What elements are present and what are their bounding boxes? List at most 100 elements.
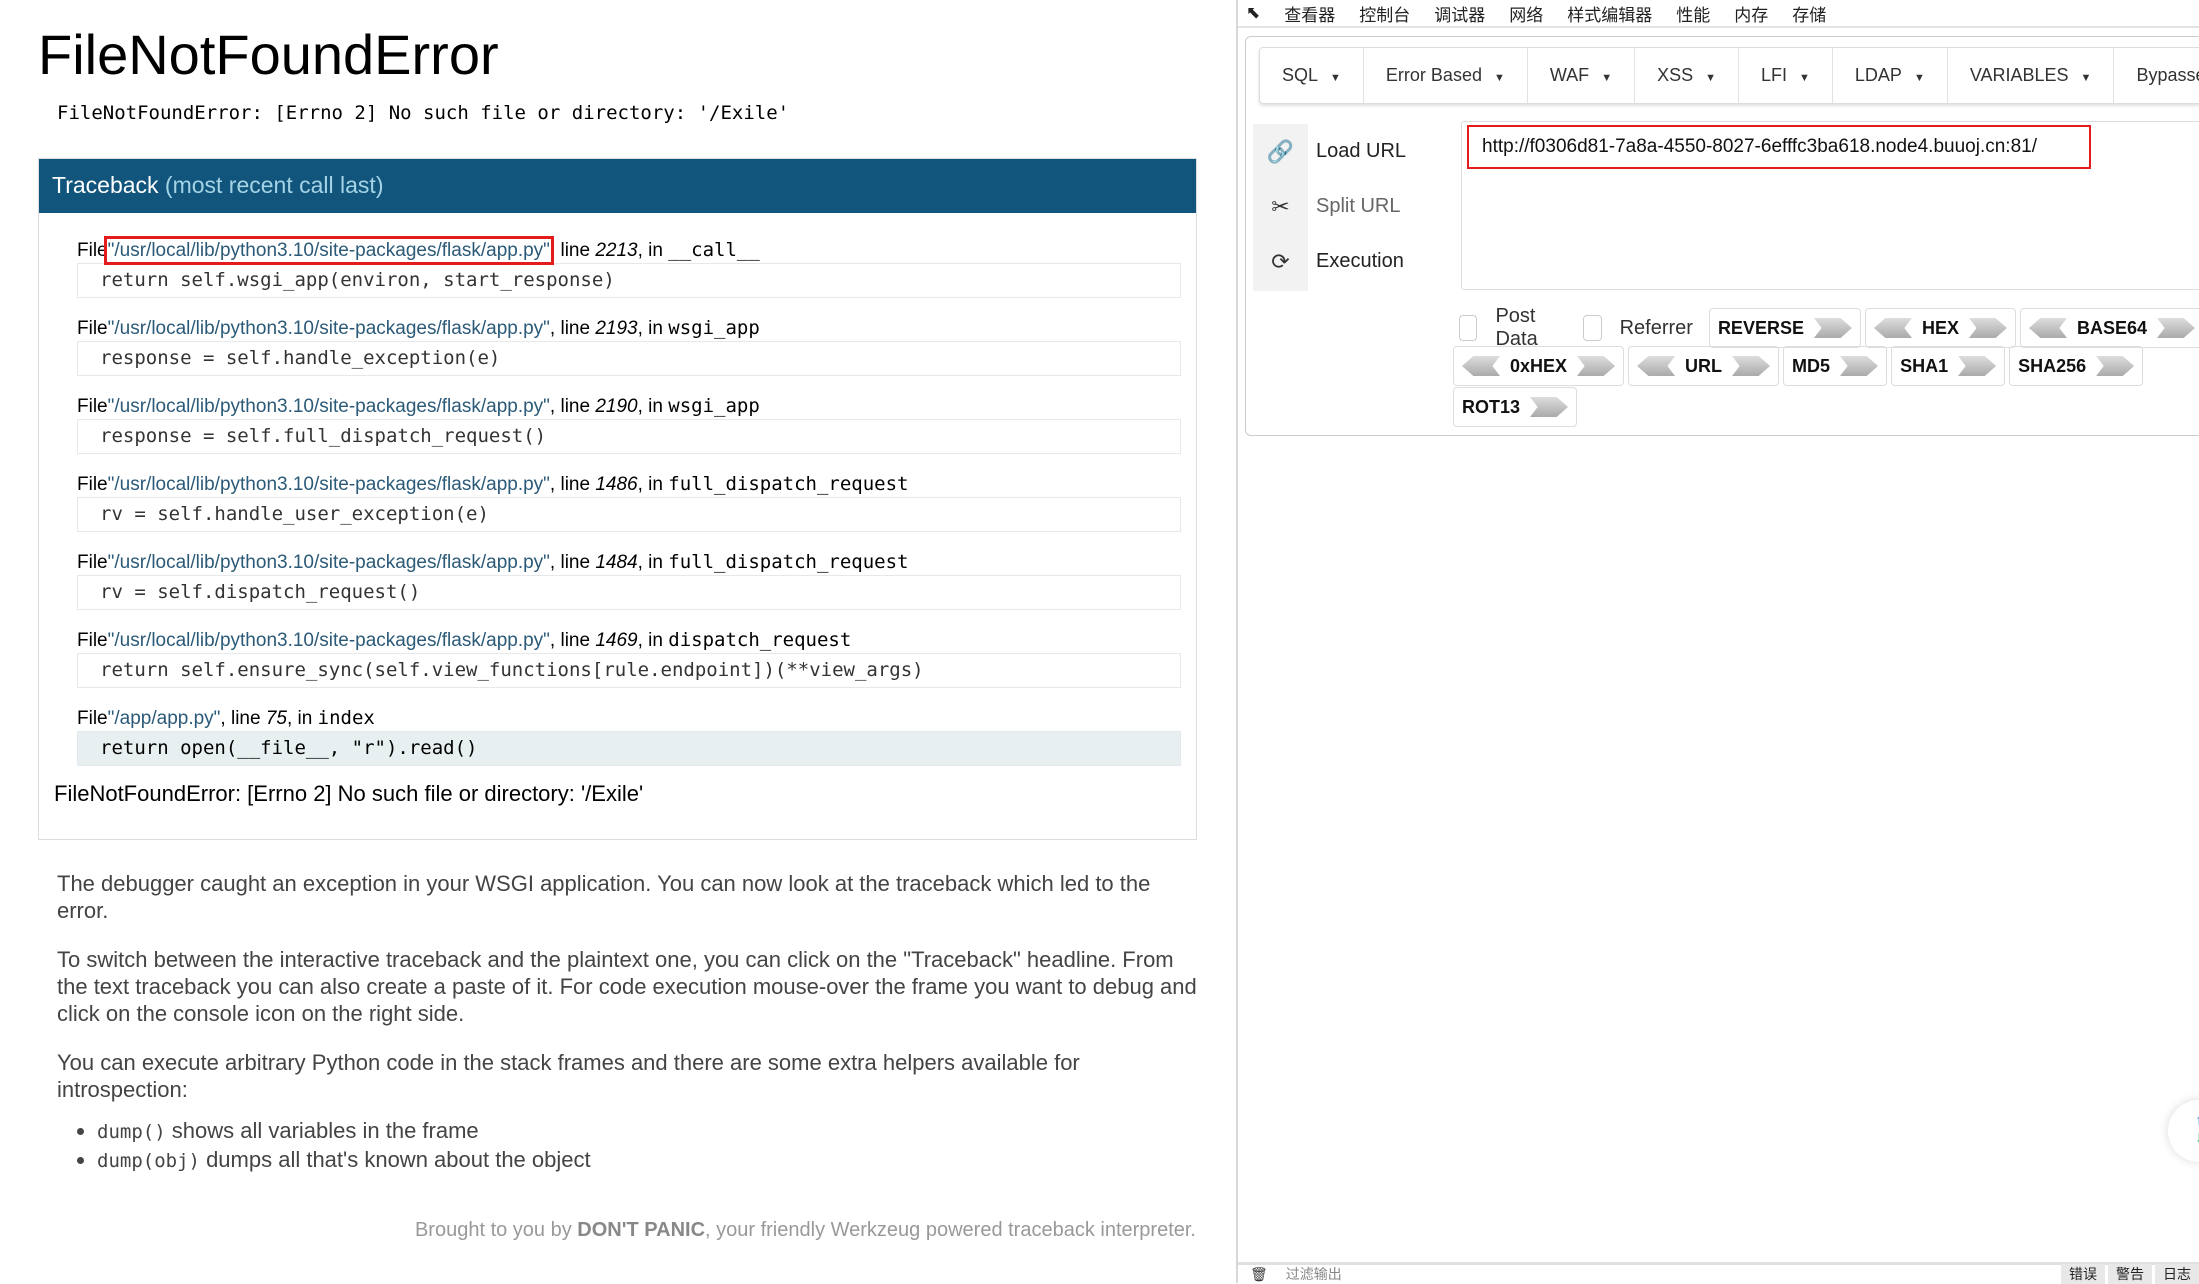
menu-label: SQL: [1282, 65, 1319, 85]
encode-arrow-icon[interactable]: [1732, 356, 1771, 376]
menu-xss[interactable]: XSS ▼: [1635, 48, 1739, 103]
line-word: , line: [549, 396, 591, 417]
final-error: FileNotFoundError: [Errno 2] No such fil…: [54, 781, 644, 806]
menu-error-based[interactable]: Error Based ▼: [1364, 48, 1528, 103]
devtools-tab[interactable]: 性能: [1676, 1, 1710, 26]
explanation-para: To switch between the interactive traceb…: [57, 947, 1197, 1026]
encode-arrow-icon[interactable]: [2096, 356, 2135, 376]
frame-code[interactable]: response = self.full_dispatch_request(): [77, 419, 1181, 454]
frame-filename[interactable]: "/usr/local/lib/python3.10/site-packages…: [108, 396, 550, 417]
helper-item: dump() shows all variables in the frame: [97, 1117, 1197, 1146]
encode-button-sha1[interactable]: SHA1: [1891, 346, 2006, 386]
filter-output-input[interactable]: 过滤输出: [1286, 1264, 1342, 1284]
explanation-para: You can execute arbitrary Python code in…: [57, 1050, 1080, 1102]
devtools-tab[interactable]: 调试器: [1434, 1, 1485, 26]
menu-lfi[interactable]: LFI ▼: [1739, 48, 1833, 103]
menu-ldap[interactable]: LDAP ▼: [1833, 48, 1948, 103]
post-data-label[interactable]: Post Data: [1495, 305, 1561, 351]
frame-filename[interactable]: "/usr/local/lib/python3.10/site-packages…: [108, 318, 550, 339]
file-word: File: [77, 708, 108, 729]
devtools-tab[interactable]: 查看器: [1284, 1, 1335, 26]
execution-button[interactable]: Execution: [1316, 234, 1406, 289]
load-url-button[interactable]: Load URL: [1316, 124, 1406, 179]
console-filter-button[interactable]: 警告: [2108, 1264, 2152, 1284]
traceback-frame[interactable]: File"/usr/local/lib/python3.10/site-pack…: [77, 627, 1181, 688]
frame-function: full_dispatch_request: [668, 473, 909, 495]
devtools-tab[interactable]: 内存: [1734, 1, 1768, 26]
traceback-frame[interactable]: File"/app/app.py", line 75, in index retu…: [77, 705, 1181, 766]
traceback-header[interactable]: Traceback (most recent call last): [39, 159, 1196, 213]
encode-button-sha256[interactable]: SHA256: [2009, 346, 2144, 386]
decode-arrow-icon[interactable]: [1462, 356, 1500, 376]
encode-arrow-icon[interactable]: [1577, 356, 1616, 376]
encode-arrow-icon[interactable]: [2157, 318, 2196, 338]
frame-filename[interactable]: "/usr/local/lib/python3.10/site-packages…: [108, 630, 550, 651]
decode-arrow-icon[interactable]: [1873, 318, 1912, 338]
traceback-frame[interactable]: File"/usr/local/lib/python3.10/site-pack…: [77, 471, 1181, 532]
frame-code[interactable]: rv = self.dispatch_request(): [77, 575, 1181, 610]
encode-button-url[interactable]: URL: [1628, 346, 1780, 386]
menu-waf[interactable]: WAF ▼: [1528, 48, 1636, 103]
element-picker-icon[interactable]: ⬉: [1246, 3, 1260, 23]
encode-arrow-icon[interactable]: [1530, 397, 1569, 417]
frame-code[interactable]: rv = self.handle_user_exception(e): [77, 497, 1181, 532]
split-url-button[interactable]: Split URL: [1316, 179, 1406, 234]
frame-code[interactable]: return self.wsgi_app(environ, start_resp…: [77, 263, 1181, 298]
encode-arrow-icon[interactable]: [1968, 318, 2007, 338]
menu-label: Error Based: [1385, 65, 1482, 85]
file-word: File: [77, 552, 108, 573]
devtools-tab[interactable]: 存储: [1792, 1, 1826, 26]
encode-button-0xhex[interactable]: 0xHEX: [1453, 346, 1625, 386]
encode-arrow-icon[interactable]: [1958, 356, 1997, 376]
arrow-down-icon[interactable]: ↓: [2168, 1129, 2199, 1146]
decode-arrow-icon[interactable]: [1637, 356, 1676, 376]
menu-variables[interactable]: VARIABLES ▼: [1948, 48, 2115, 103]
frame-filename[interactable]: "/usr/local/lib/python3.10/site-packages…: [103, 236, 554, 265]
devtools-tab[interactable]: 样式编辑器: [1567, 1, 1652, 26]
scroll-buttons[interactable]: ↑ ↓: [2168, 1100, 2199, 1162]
in-word: , in: [637, 630, 663, 651]
encode-arrow-icon[interactable]: [1840, 356, 1879, 376]
post-data-checkbox[interactable]: [1459, 315, 1478, 341]
frame-function: wsgi_app: [668, 395, 760, 417]
menu-label: VARIABLES: [1969, 65, 2069, 85]
error-message: FileNotFoundError: [Errno 2] No such fil…: [57, 102, 790, 124]
frame-code[interactable]: return open(__file__, "r").read(): [77, 731, 1181, 766]
hackbar-menu: SQL ▼ Error Based ▼ WAF ▼ XSS ▼ LFI ▼ LDAP ▼ VARIABL…: [1259, 47, 2199, 104]
trash-icon[interactable]: 🗑: [1250, 1266, 1268, 1283]
encode-button-reverse[interactable]: REVERSE: [1708, 308, 1861, 348]
url-textarea[interactable]: http://f0306d81-7a8a-4550-8027-6efffc3ba…: [1461, 121, 2199, 290]
link-icon[interactable]: 🔗: [1253, 124, 1308, 179]
encode-row-2: 0xHEX URL MD5 SHA1 SHA256: [1453, 346, 2144, 386]
console-filter-button[interactable]: 日志: [2155, 1264, 2199, 1284]
console-filter-button[interactable]: 错误: [2061, 1264, 2105, 1284]
traceback-frame[interactable]: File"/usr/local/lib/python3.10/site-pack…: [77, 549, 1181, 610]
traceback-frame[interactable]: File"/usr/local/lib/python3.10/site-pack…: [77, 393, 1181, 454]
footer-suffix: , your friendly Werkzeug powered traceba…: [705, 1219, 1196, 1241]
frame-location: File"/usr/local/lib/python3.10/site-pack…: [77, 627, 1181, 653]
frame-filename[interactable]: "/app/app.py": [108, 708, 221, 729]
menu-bypasser[interactable]: Bypasser▼: [2114, 48, 2199, 103]
traceback-frame[interactable]: File"/usr/local/lib/python3.10/site-pack…: [77, 315, 1181, 376]
arrow-up-icon[interactable]: ↑: [2168, 1112, 2199, 1129]
frame-code[interactable]: return self.ensure_sync(self.view_functi…: [77, 653, 1181, 688]
referrer-label[interactable]: Referrer: [1620, 317, 1693, 340]
referrer-checkbox[interactable]: [1583, 315, 1602, 341]
refresh-icon[interactable]: ⟳: [1253, 234, 1308, 289]
devtools-tab[interactable]: 控制台: [1359, 1, 1410, 26]
encode-arrow-icon[interactable]: [1813, 318, 1852, 338]
scissors-icon[interactable]: ✂: [1253, 179, 1308, 234]
frame-filename[interactable]: "/usr/local/lib/python3.10/site-packages…: [108, 552, 550, 573]
frame-filename[interactable]: "/usr/local/lib/python3.10/site-packages…: [108, 474, 550, 495]
encode-button-md5[interactable]: MD5: [1783, 346, 1888, 386]
traceback-frame[interactable]: File"/usr/local/lib/python3.10/site-pack…: [77, 236, 1181, 298]
encode-button-hex[interactable]: HEX: [1864, 308, 2016, 348]
url-value[interactable]: http://f0306d81-7a8a-4550-8027-6efffc3ba…: [1467, 125, 2091, 169]
decode-arrow-icon[interactable]: [2028, 318, 2067, 338]
menu-sql[interactable]: SQL ▼: [1260, 48, 1364, 103]
encode-button-base64[interactable]: BASE64: [2019, 308, 2199, 348]
devtools-tab[interactable]: 网络: [1509, 1, 1543, 26]
encode-button-rot13[interactable]: ROT13: [1453, 387, 1578, 427]
encode-label: BASE64: [2076, 317, 2148, 338]
frame-code[interactable]: response = self.handle_exception(e): [77, 341, 1181, 376]
